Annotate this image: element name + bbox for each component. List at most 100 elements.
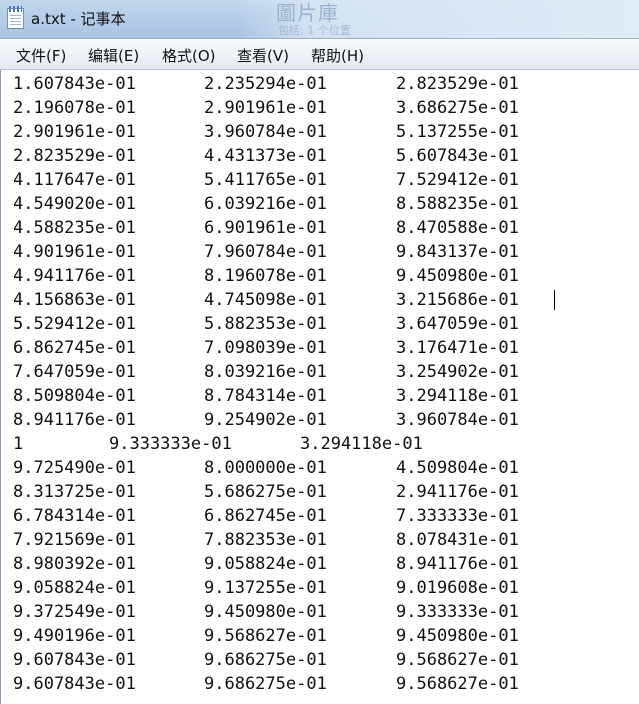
text-line: 4.117647e-01 5.411765e-01 7.529412e-01 [13,166,633,190]
text-line: 5.529412e-01 5.882353e-01 3.647059e-01 [13,310,633,334]
text-value: 4.509804e-01 [396,458,519,478]
text-value: 4.156863e-01 [13,290,136,310]
text-value: 8.313725e-01 [13,482,136,502]
text-value: 6.862745e-01 [204,506,327,526]
text-line: 9.607843e-01 9.686275e-01 9.568627e-01 [13,646,633,670]
text-value: 2.196078e-01 [13,98,136,118]
text-value: 2.823529e-01 [396,74,519,94]
menu-view[interactable]: 查看(V) [237,45,289,66]
text-line: 4.549020e-01 6.039216e-01 8.588235e-01 [13,190,633,214]
text-line: 9.490196e-01 9.568627e-01 9.450980e-01 [13,622,633,646]
text-line: 6.784314e-01 6.862745e-01 7.333333e-01 [13,502,633,526]
text-value: 8.784314e-01 [204,386,327,406]
text-line: 9.372549e-01 9.450980e-01 9.333333e-01 [13,598,633,622]
window-title: a.txt - 记事本 [31,10,126,28]
text-value: 4.549020e-01 [13,194,136,214]
text-value: 6.901961e-01 [204,218,327,238]
text-value: 9.058824e-01 [204,554,327,574]
text-line: 7.921569e-01 7.882353e-01 8.078431e-01 [13,526,633,550]
menu-format[interactable]: 格式(O) [162,45,216,66]
text-value: 9.843137e-01 [396,242,519,262]
text-value: 2.823529e-01 [13,146,136,166]
text-value: 9.686275e-01 [204,650,327,670]
text-value: 8.000000e-01 [204,458,327,478]
text-value: 9.568627e-01 [396,674,519,694]
text-value: 5.882353e-01 [204,314,327,334]
text-value: 9.450980e-01 [204,602,327,622]
text-value: 9.450980e-01 [396,626,519,646]
text-line: 2.823529e-01 4.431373e-01 5.607843e-01 [13,142,633,166]
text-value: 9.019608e-01 [396,578,519,598]
text-value: 7.960784e-01 [204,242,327,262]
title-bar[interactable]: 圖片庫 包括: 1 个位置 a.txt - 记事本 [0,0,639,38]
text-value: 6.039216e-01 [204,194,327,214]
text-value: 2.901961e-01 [204,98,327,118]
text-line: 6.862745e-01 7.098039e-01 3.176471e-01 [13,334,633,358]
text-value: 7.882353e-01 [204,530,327,550]
text-value: 8.941176e-01 [13,410,136,430]
text-value: 9.686275e-01 [204,674,327,694]
text-editor-area[interactable]: 1.607843e-01 2.235294e-01 2.823529e-01 2.19… [0,70,639,704]
menu-file[interactable]: 文件(F) [16,45,66,66]
text-line: 8.509804e-01 8.784314e-01 3.294118e-01 [13,382,633,406]
text-line: 8.941176e-01 9.254902e-01 3.960784e-01 [13,406,633,430]
notepad-window: 圖片庫 包括: 1 个位置 a.txt - 记事本 文件(F) 编辑(E) 格式… [0,0,639,704]
text-value: 2.235294e-01 [204,74,327,94]
text-value: 9.568627e-01 [204,626,327,646]
text-value: 3.294118e-01 [396,386,519,406]
text-value: 9.333333e-01 [396,602,519,622]
text-line: 8.980392e-01 9.058824e-01 8.941176e-01 [13,550,633,574]
notepad-icon[interactable] [7,6,24,29]
text-value: 9.725490e-01 [13,458,136,478]
text-value: 4.117647e-01 [13,170,136,190]
text-value: 4.588235e-01 [13,218,136,238]
text-value: 8.509804e-01 [13,386,136,406]
text-line: 8.313725e-01 5.686275e-01 2.941176e-01 [13,478,633,502]
text-value: 4.941176e-01 [13,266,136,286]
text-value: 2.901961e-01 [13,122,136,142]
text-value: 4.901961e-01 [13,242,136,262]
text-line: 9.058824e-01 9.137255e-01 9.019608e-01 [13,574,633,598]
notepad-icon-rings [9,6,22,12]
text-value: 3.176471e-01 [396,338,519,358]
text-value: 9.607843e-01 [13,650,136,670]
text-line: 1.607843e-01 2.235294e-01 2.823529e-01 [13,70,633,94]
text-value: 5.529412e-01 [13,314,136,334]
text-value: 3.254902e-01 [396,362,519,382]
text-value: 4.431373e-01 [204,146,327,166]
text-line: 2.901961e-01 3.960784e-01 5.137255e-01 [13,118,633,142]
text-line: 4.588235e-01 6.901961e-01 8.470588e-01 [13,214,633,238]
text-line: 1 9.333333e-01 3.294118e-01 [13,430,633,454]
background-window-subtitle: 包括: 1 个位置 [278,24,351,37]
menu-edit[interactable]: 编辑(E) [88,45,139,66]
text-line: 2.196078e-01 2.901961e-01 3.686275e-01 [13,94,633,118]
text-value: 1 [13,434,24,454]
text-value: 5.686275e-01 [204,482,327,502]
text-value: 5.411765e-01 [204,170,327,190]
text-value: 8.470588e-01 [396,218,519,238]
text-value: 3.960784e-01 [396,410,519,430]
text-value: 9.450980e-01 [396,266,519,286]
text-line: 4.941176e-01 8.196078e-01 9.450980e-01 [13,262,633,286]
text-value: 9.372549e-01 [13,602,136,622]
text-value: 8.078431e-01 [396,530,519,550]
text-value: 9.137255e-01 [204,578,327,598]
text-line: 4.156863e-01 4.745098e-01 3.215686e-01 [13,286,633,310]
text-value: 9.058824e-01 [13,578,136,598]
text-value: 8.980392e-01 [13,554,136,574]
menu-help[interactable]: 帮助(H) [311,45,364,66]
text-value: 5.607843e-01 [396,146,519,166]
text-value: 1.607843e-01 [13,74,136,94]
text-value: 3.215686e-01 [396,290,519,310]
notepad-icon-lines [10,15,21,27]
text-value: 8.941176e-01 [396,554,519,574]
text-caret [554,290,555,310]
text-value: 2.941176e-01 [396,482,519,502]
text-value: 9.490196e-01 [13,626,136,646]
text-value: 3.960784e-01 [204,122,327,142]
text-line: 9.607843e-01 9.686275e-01 9.568627e-01 [13,670,633,694]
text-value: 9.254902e-01 [204,410,327,430]
text-value: 7.529412e-01 [396,170,519,190]
menu-bar: 文件(F) 编辑(E) 格式(O) 查看(V) 帮助(H) [0,38,639,70]
text-value: 9.333333e-01 [109,434,232,454]
